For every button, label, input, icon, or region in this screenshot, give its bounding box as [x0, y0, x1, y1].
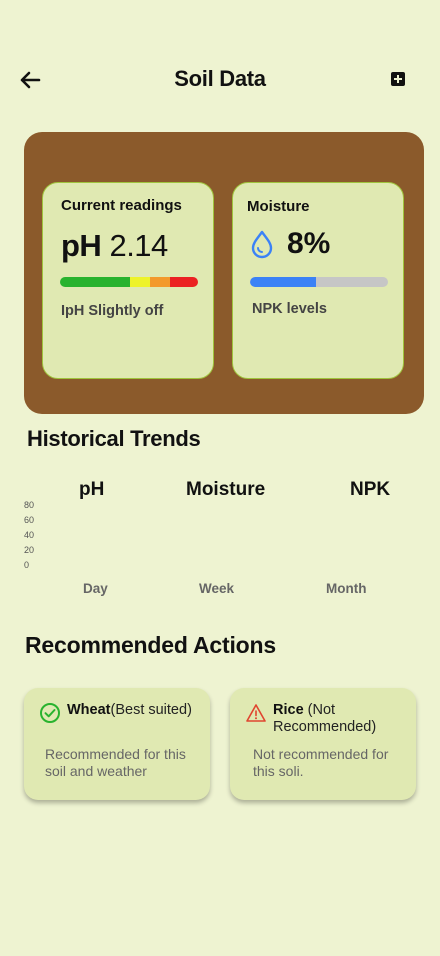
- action-label: Wheat(Best suited): [67, 702, 192, 719]
- period-month[interactable]: Month: [326, 581, 366, 596]
- add-button[interactable]: [389, 70, 407, 88]
- action-card-rice[interactable]: Rice (Not Recommended) Not recommended f…: [230, 688, 416, 800]
- ph-scale-yellow: [130, 277, 150, 287]
- y-tick: 0: [24, 560, 30, 570]
- period-week[interactable]: Week: [199, 581, 234, 596]
- recommended-actions-title: Recommended Actions: [25, 632, 276, 658]
- readings-panel: Current readings pH 2.14 IpH Slightly of…: [24, 132, 424, 414]
- app-header: Soil Data: [0, 60, 440, 100]
- period-day[interactable]: Day: [83, 581, 108, 596]
- historical-trends-title: Historical Trends: [27, 426, 201, 451]
- trend-y-axis: 80 60 40 20 0: [24, 500, 44, 575]
- water-drop-icon: [251, 230, 273, 259]
- ph-scale-bar: [60, 277, 198, 287]
- tab-ph[interactable]: pH: [79, 479, 104, 501]
- crop-name: Wheat: [67, 702, 111, 718]
- crop-note: (Best suited): [110, 702, 192, 718]
- action-description: Not recommended for this soli.: [253, 746, 389, 779]
- npk-levels-label: NPK levels: [252, 301, 327, 317]
- current-readings-card: Current readings pH 2.14 IpH Slightly of…: [42, 182, 214, 379]
- ph-scale-orange: [150, 277, 170, 287]
- ph-scale-green: [60, 277, 130, 287]
- ph-value: 2.14: [109, 228, 168, 263]
- moisture-bar-fill: [250, 277, 317, 287]
- moisture-card: Moisture 8% NPK levels: [232, 182, 404, 379]
- action-card-wheat[interactable]: Wheat(Best suited) Recommended for this …: [24, 688, 210, 800]
- ph-status: IpH Slightly off: [61, 303, 164, 319]
- moisture-title: Moisture: [247, 198, 310, 215]
- check-circle-icon: [40, 703, 60, 723]
- y-tick: 40: [24, 530, 35, 540]
- action-description: Recommended for this soil and weather: [45, 746, 186, 779]
- crop-name: Rice: [273, 702, 304, 718]
- ph-prefix: pH: [61, 228, 102, 263]
- action-label: Rice (Not Recommended): [273, 702, 416, 736]
- page-title: Soil Data: [174, 66, 266, 91]
- tab-moisture[interactable]: Moisture: [186, 479, 265, 501]
- ph-reading: pH 2.14: [61, 228, 168, 264]
- add-square-icon: [391, 72, 405, 86]
- moisture-value: 8%: [287, 227, 331, 260]
- moisture-bar: [250, 277, 388, 287]
- warning-icon: [246, 704, 266, 722]
- y-tick: 60: [24, 515, 35, 525]
- ph-scale-red: [170, 277, 198, 287]
- current-readings-title: Current readings: [61, 197, 182, 214]
- action-header: Rice (Not Recommended): [245, 702, 416, 736]
- y-tick: 80: [24, 500, 35, 510]
- y-tick: 20: [24, 545, 35, 555]
- tab-npk[interactable]: NPK: [350, 479, 390, 501]
- action-header: Wheat(Best suited): [39, 702, 192, 724]
